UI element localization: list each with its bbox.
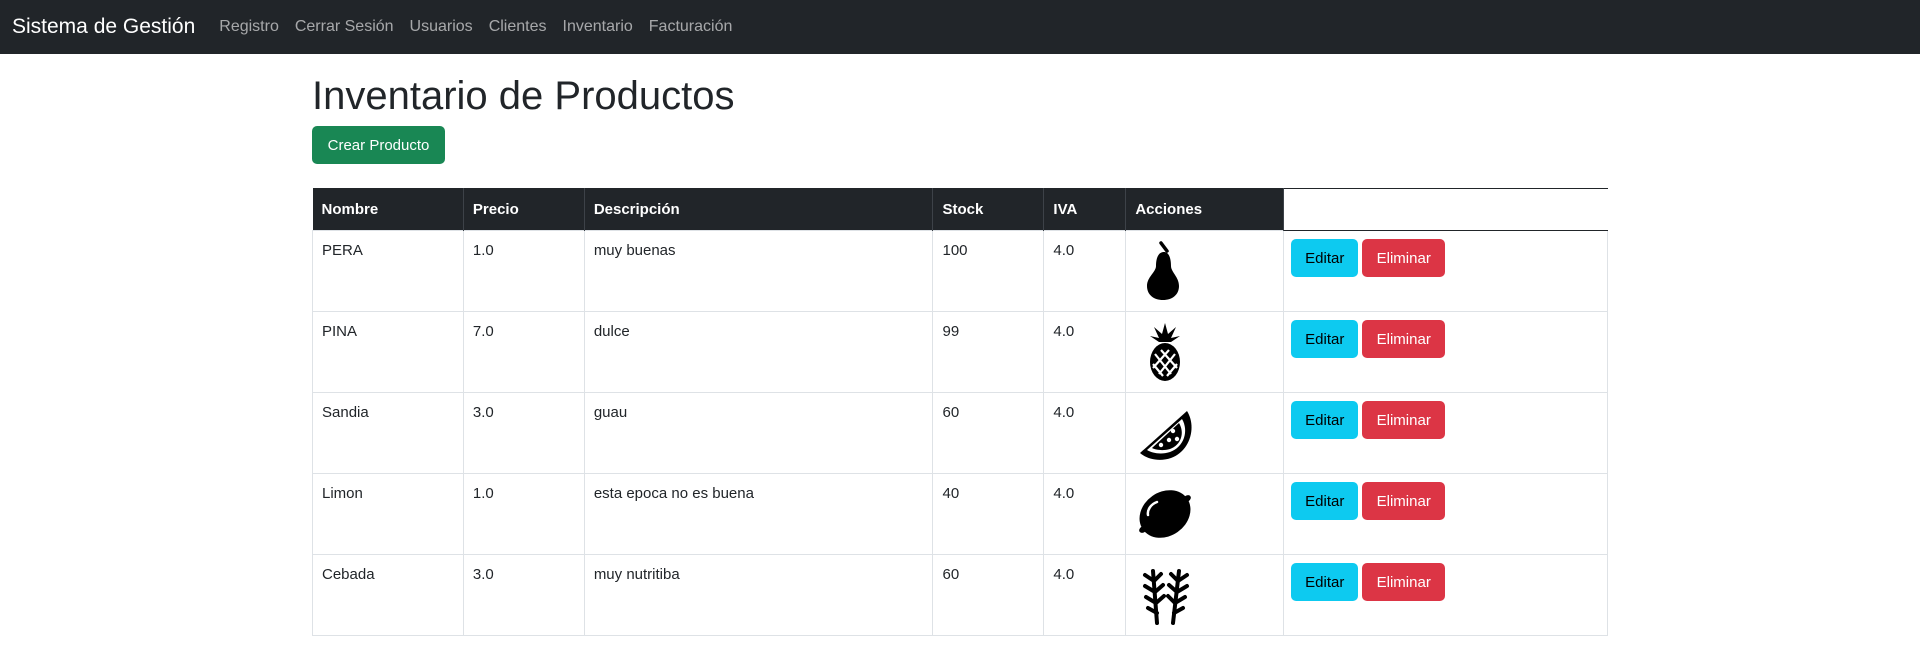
cell-stock: 100 xyxy=(932,230,1045,312)
cell-precio: 1.0 xyxy=(462,230,585,312)
header-stock: Stock xyxy=(932,188,1045,231)
pineapple-icon xyxy=(1150,323,1181,381)
cell-descripcion: muy buenas xyxy=(583,230,934,312)
cell-precio: 3.0 xyxy=(462,554,585,636)
header-nombre: Nombre xyxy=(312,188,464,231)
cell-descripcion: guau xyxy=(583,392,934,474)
table-row: PINA 7.0 dulce 99 4.0 Editar Eliminar xyxy=(312,311,1608,393)
top-navbar: Sistema de Gestión Registro Cerrar Sesió… xyxy=(0,0,1920,54)
edit-button[interactable]: Editar xyxy=(1291,239,1359,277)
delete-button[interactable]: Eliminar xyxy=(1362,401,1446,439)
nav-link-clientes[interactable]: Clientes xyxy=(489,18,547,36)
delete-button[interactable]: Eliminar xyxy=(1362,320,1446,358)
nav-link-facturacion[interactable]: Facturación xyxy=(649,18,733,36)
cell-actions: Editar Eliminar xyxy=(1283,392,1608,474)
cell-iva: 4.0 xyxy=(1043,392,1127,474)
cell-stock: 40 xyxy=(932,473,1045,555)
cell-actions: Editar Eliminar xyxy=(1283,311,1608,393)
cell-descripcion: dulce xyxy=(583,311,934,393)
cell-actions: Editar Eliminar xyxy=(1283,554,1608,636)
cell-nombre: PERA xyxy=(312,230,464,312)
cell-precio: 1.0 xyxy=(462,473,585,555)
edit-button[interactable]: Editar xyxy=(1291,482,1359,520)
wheat-icon xyxy=(1143,569,1190,625)
cell-iva: 4.0 xyxy=(1043,230,1127,312)
cell-image xyxy=(1125,311,1285,393)
table-row: PERA 1.0 muy buenas 100 4.0 Editar Elimin… xyxy=(312,230,1608,312)
table-row: Sandia 3.0 guau 60 4.0 Editar Eliminar xyxy=(312,392,1608,474)
header-descripcion: Descripción xyxy=(584,188,934,231)
pear-icon xyxy=(1147,241,1180,300)
cell-stock: 60 xyxy=(932,554,1045,636)
nav-link-usuarios[interactable]: Usuarios xyxy=(410,18,473,36)
header-empty xyxy=(1283,188,1608,231)
delete-button[interactable]: Eliminar xyxy=(1362,563,1446,601)
table-header-row: Nombre Precio Descripción Stock IVA Acci… xyxy=(312,188,1608,231)
cell-actions: Editar Eliminar xyxy=(1283,473,1608,555)
cell-precio: 7.0 xyxy=(462,311,585,393)
delete-button[interactable]: Eliminar xyxy=(1362,482,1446,520)
cell-nombre: PINA xyxy=(312,311,464,393)
cell-iva: 4.0 xyxy=(1043,473,1127,555)
cell-iva: 4.0 xyxy=(1043,554,1127,636)
edit-button[interactable]: Editar xyxy=(1291,563,1359,601)
cell-descripcion: muy nutritiba xyxy=(583,554,934,636)
nav-link-cerrar-sesion[interactable]: Cerrar Sesión xyxy=(295,18,394,36)
cell-actions: Editar Eliminar xyxy=(1283,230,1608,312)
edit-button[interactable]: Editar xyxy=(1291,320,1359,358)
nav-link-registro[interactable]: Registro xyxy=(219,18,279,36)
edit-button[interactable]: Editar xyxy=(1291,401,1359,439)
table-row: Cebada 3.0 muy nutritiba 60 4.0 Editar El… xyxy=(312,554,1608,636)
table-row: Limon 1.0 esta epoca no es buena 40 4.0 … xyxy=(312,473,1608,555)
brand-link[interactable]: Sistema de Gestión xyxy=(12,15,195,39)
cell-image xyxy=(1125,392,1285,474)
cell-image xyxy=(1125,230,1285,312)
cell-precio: 3.0 xyxy=(462,392,585,474)
create-product-button[interactable]: Crear Producto xyxy=(312,126,445,164)
watermelon-icon xyxy=(1140,411,1192,460)
cell-iva: 4.0 xyxy=(1043,311,1127,393)
cell-stock: 99 xyxy=(932,311,1045,393)
cell-nombre: Sandia xyxy=(312,392,464,474)
cell-nombre: Limon xyxy=(312,473,464,555)
cell-image xyxy=(1125,554,1285,636)
cell-stock: 60 xyxy=(932,392,1045,474)
lemon-icon xyxy=(1139,490,1192,538)
cell-image xyxy=(1125,473,1285,555)
page-title: Inventario de Productos xyxy=(312,74,735,118)
delete-button[interactable]: Eliminar xyxy=(1362,239,1446,277)
cell-nombre: Cebada xyxy=(312,554,464,636)
cell-descripcion: esta epoca no es buena xyxy=(583,473,934,555)
header-iva: IVA xyxy=(1043,188,1127,231)
products-table: Nombre Precio Descripción Stock IVA Acci… xyxy=(312,188,1608,636)
header-acciones: Acciones xyxy=(1125,188,1285,231)
header-precio: Precio xyxy=(463,188,585,231)
nav-link-inventario[interactable]: Inventario xyxy=(563,18,633,36)
